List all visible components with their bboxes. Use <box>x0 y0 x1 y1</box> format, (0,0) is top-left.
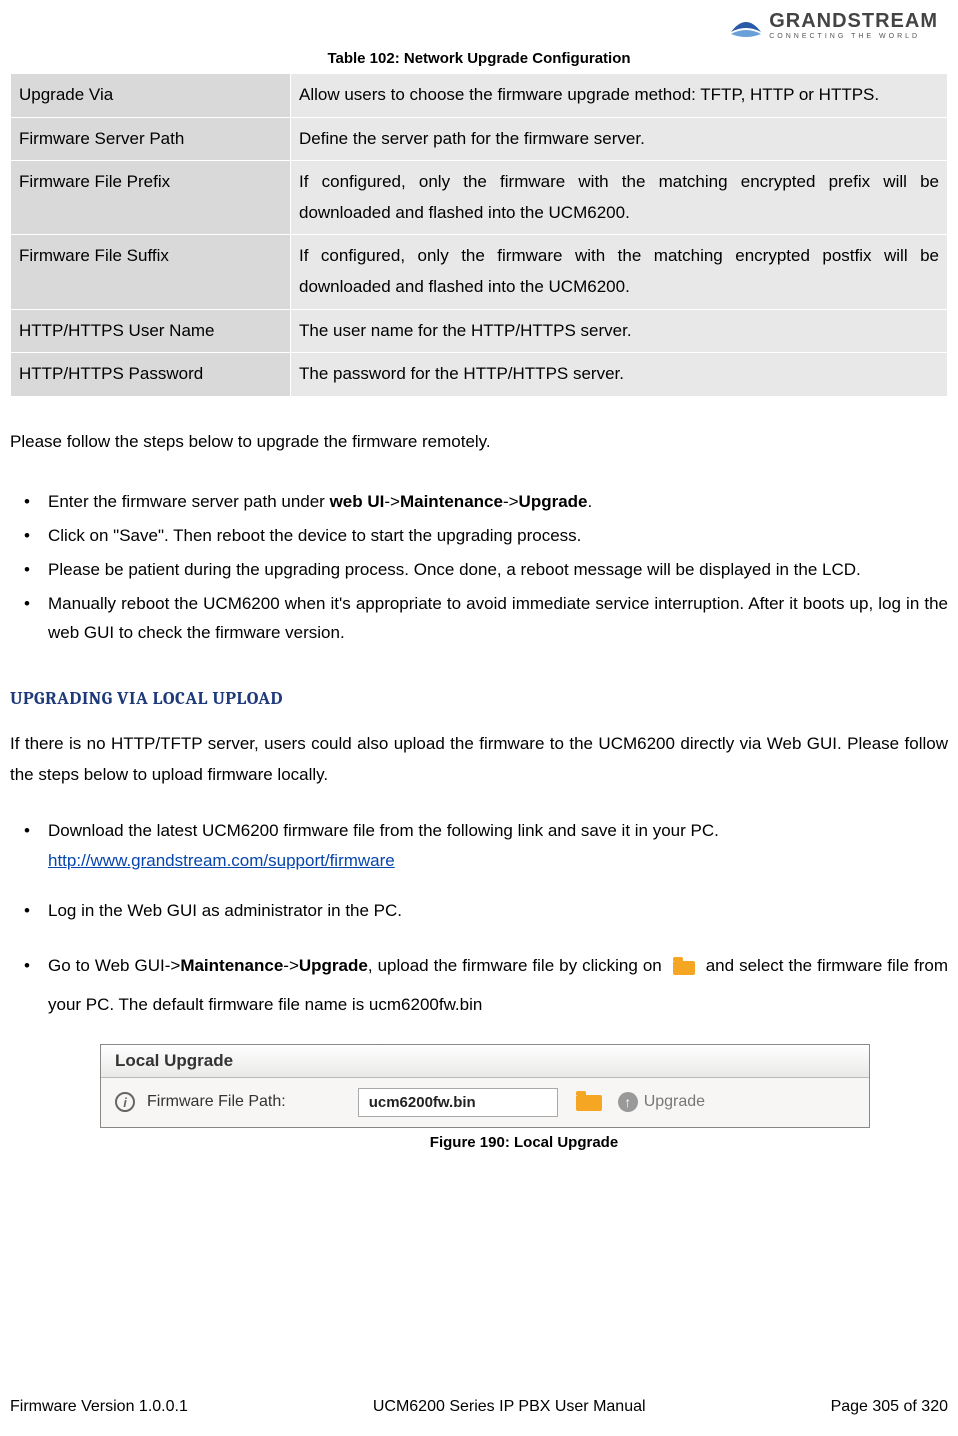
logo-area: GRANDSTREAM CONNECTING THE WORLD <box>10 10 948 40</box>
config-label: HTTP/HTTPS Password <box>11 353 291 397</box>
figure-label: Firmware File Path: <box>147 1093 286 1111</box>
logo-icon <box>729 10 763 40</box>
figure-caption: Figure 190: Local Upgrade <box>100 1134 948 1151</box>
page-footer: Firmware Version 1.0.0.1 UCM6200 Series … <box>10 1384 948 1416</box>
steps-list-2: Download the latest UCM6200 firmware fil… <box>10 816 948 1023</box>
config-desc: Allow users to choose the firmware upgra… <box>291 74 948 118</box>
footer-page: Page 305 of 320 <box>831 1398 948 1416</box>
list-item: Download the latest UCM6200 firmware fil… <box>10 816 948 876</box>
firmware-link[interactable]: http://www.grandstream.com/support/firmw… <box>48 851 395 870</box>
figure-header: Local Upgrade <box>101 1045 869 1078</box>
section2-intro: If there is no HTTP/TFTP server, users c… <box>10 729 948 790</box>
list-item: Enter the firmware server path under web… <box>10 487 948 517</box>
table-row: HTTP/HTTPS Password The password for the… <box>11 353 948 397</box>
steps-list-1: Enter the firmware server path under web… <box>10 487 948 648</box>
config-label: Firmware File Suffix <box>11 235 291 309</box>
table-row: Upgrade Via Allow users to choose the fi… <box>11 74 948 118</box>
folder-icon <box>671 955 697 977</box>
upgrade-button-label: Upgrade <box>644 1093 705 1111</box>
logo-name: GRANDSTREAM <box>769 10 938 33</box>
logo-tagline: CONNECTING THE WORLD <box>769 33 920 40</box>
config-desc: Define the server path for the firmware … <box>291 117 948 161</box>
upgrade-arrow-icon: ↑ <box>618 1092 638 1112</box>
browse-folder-icon[interactable] <box>574 1091 602 1113</box>
config-label: Firmware Server Path <box>11 117 291 161</box>
list-item: Go to Web GUI->Maintenance->Upgrade, upl… <box>10 946 948 1024</box>
config-table: Upgrade Via Allow users to choose the fi… <box>10 73 948 397</box>
footer-title: UCM6200 Series IP PBX User Manual <box>188 1398 831 1416</box>
config-label: Upgrade Via <box>11 74 291 118</box>
firmware-path-input[interactable] <box>358 1088 558 1117</box>
info-icon: i <box>115 1092 135 1112</box>
config-desc: The password for the HTTP/HTTPS server. <box>291 353 948 397</box>
logo: GRANDSTREAM CONNECTING THE WORLD <box>729 10 938 40</box>
config-label: HTTP/HTTPS User Name <box>11 309 291 353</box>
intro-text: Please follow the steps below to upgrade… <box>10 427 948 458</box>
figure-local-upgrade: Local Upgrade i Firmware File Path: ↑ Up… <box>100 1044 948 1151</box>
config-desc: If configured, only the firmware with th… <box>291 235 948 309</box>
table-caption: Table 102: Network Upgrade Configuration <box>10 50 948 67</box>
table-row: Firmware File Suffix If configured, only… <box>11 235 948 309</box>
list-item: Please be patient during the upgrading p… <box>10 555 948 585</box>
list-item: Manually reboot the UCM6200 when it's ap… <box>10 589 948 649</box>
config-desc: The user name for the HTTP/HTTPS server. <box>291 309 948 353</box>
footer-version: Firmware Version 1.0.0.1 <box>10 1398 188 1416</box>
config-label: Firmware File Prefix <box>11 161 291 235</box>
list-item: Click on "Save". Then reboot the device … <box>10 521 948 551</box>
list-item: Log in the Web GUI as administrator in t… <box>10 896 948 926</box>
config-desc: If configured, only the firmware with th… <box>291 161 948 235</box>
table-row: Firmware File Prefix If configured, only… <box>11 161 948 235</box>
table-row: Firmware Server Path Define the server p… <box>11 117 948 161</box>
upgrade-button[interactable]: ↑ Upgrade <box>618 1092 705 1112</box>
section-heading: UPGRADING VIA LOCAL UPLOAD <box>10 688 948 709</box>
table-row: HTTP/HTTPS User Name The user name for t… <box>11 309 948 353</box>
